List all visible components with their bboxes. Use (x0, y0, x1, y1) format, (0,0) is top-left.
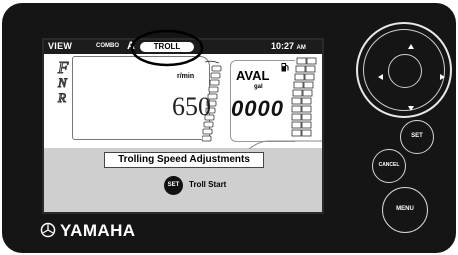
cancel-button[interactable]: CANCEL (372, 149, 406, 183)
rpm-value: 650 (172, 92, 211, 121)
arrow-up-icon[interactable] (408, 44, 414, 49)
fuel-available-label: AVAL (236, 68, 270, 83)
fuel-bar-graph (291, 57, 317, 137)
set-button[interactable]: SET (400, 120, 434, 154)
fuel-value: 0000 (231, 96, 284, 121)
rpm-unit: r/min (177, 73, 195, 80)
fuel-pump-icon (281, 63, 289, 72)
clock-time: 10:27 (271, 41, 295, 51)
dpad-ring (363, 29, 445, 111)
troll-start-hint: Troll Start (189, 180, 227, 189)
fuel-unit: gal (254, 84, 263, 90)
combo-label: COMBO (96, 43, 119, 49)
directional-pad[interactable] (356, 22, 452, 118)
clock-ampm: AM (296, 45, 306, 51)
troll-panel-title: Trolling Speed Adjustments (104, 152, 264, 168)
brand-name: YAMAHA (60, 221, 136, 240)
set-hint-badge: SET (164, 176, 183, 195)
dpad-center-button[interactable] (388, 54, 422, 88)
menu-button[interactable]: MENU (382, 187, 428, 233)
arrow-down-icon[interactable] (408, 106, 414, 111)
panel-divider (248, 140, 322, 150)
arrow-right-icon[interactable] (440, 74, 445, 80)
highlight-circle (130, 29, 204, 67)
view-mode-label: VIEW (48, 41, 73, 51)
tuning-fork-emblem-icon (40, 222, 56, 238)
arrow-left-icon[interactable] (378, 74, 383, 80)
clock: 10:27 AM (271, 41, 306, 51)
